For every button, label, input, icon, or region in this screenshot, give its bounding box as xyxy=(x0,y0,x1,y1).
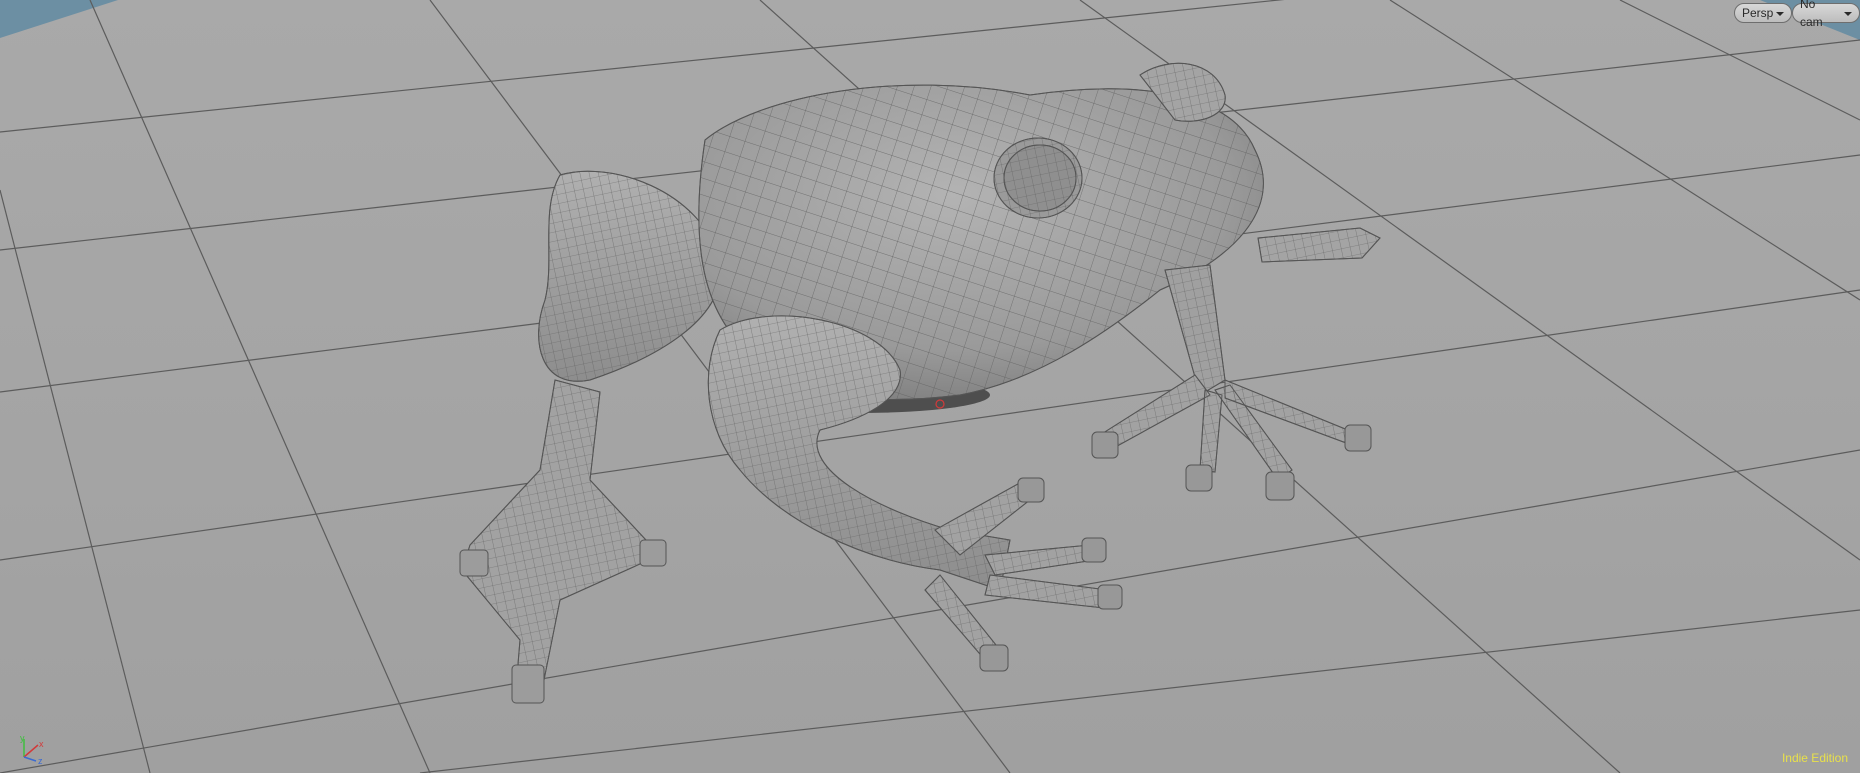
axis-x-label: x xyxy=(39,739,44,749)
frog-mesh xyxy=(459,62,1381,704)
camera-select-label: No cam xyxy=(1800,0,1823,29)
scene-canvas[interactable] xyxy=(0,0,1860,773)
scene-viewport[interactable]: Persp No cam x y z Indie Edition xyxy=(0,0,1860,773)
chevron-down-icon xyxy=(1776,11,1785,16)
axis-gizmo: x y z xyxy=(20,735,44,765)
chevron-down-icon xyxy=(1844,11,1852,16)
camera-menu-label: Persp xyxy=(1742,6,1774,20)
camera-select-button[interactable]: No cam xyxy=(1792,0,1860,29)
backdrop-corner xyxy=(0,0,118,38)
camera-menu-button[interactable]: Persp xyxy=(1734,3,1793,23)
axis-z-label: z xyxy=(38,756,43,765)
edition-label: Indie Edition xyxy=(1781,751,1848,765)
axis-y-label: y xyxy=(20,735,25,743)
